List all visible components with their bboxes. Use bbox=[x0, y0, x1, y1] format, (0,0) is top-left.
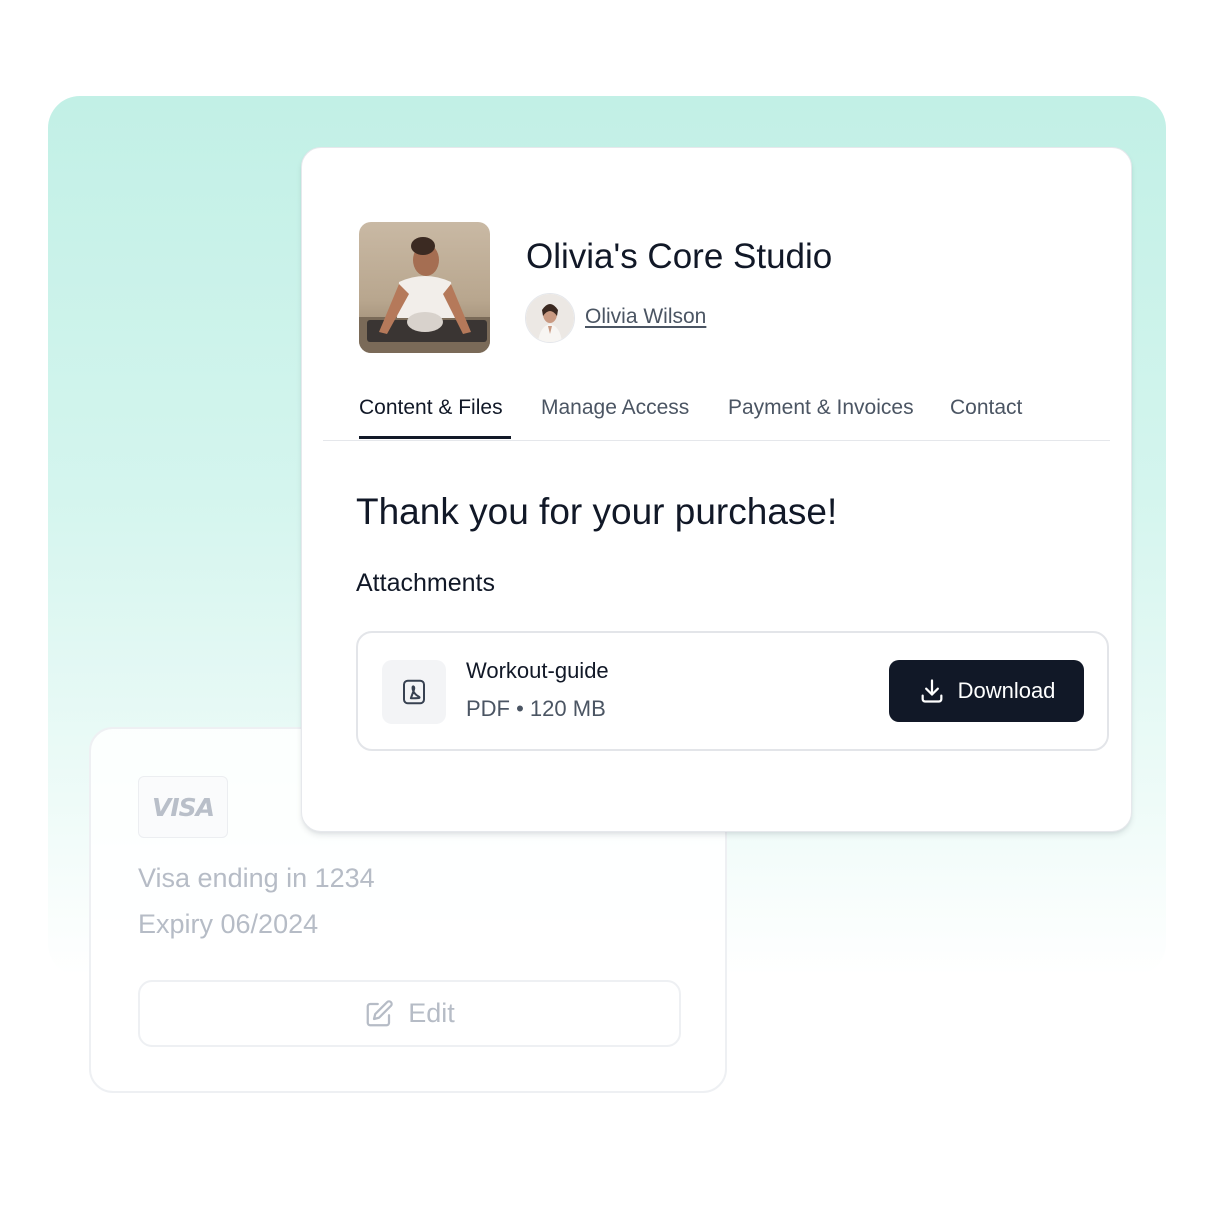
studio-title: Olivia's Core Studio bbox=[526, 237, 833, 276]
attachment-item: Workout-guide PDF • 120 MB Download bbox=[356, 631, 1109, 751]
purchase-heading: Thank you for your purchase! bbox=[356, 491, 838, 532]
attachment-name: Workout-guide bbox=[466, 658, 609, 683]
tab-bar: Content & Files Manage Access Payment & … bbox=[323, 388, 1110, 441]
owner-profile-link[interactable]: Olivia Wilson bbox=[585, 305, 706, 329]
visa-logo: VISA bbox=[138, 776, 228, 838]
edit-payment-button[interactable]: Edit bbox=[138, 980, 681, 1047]
attachments-heading: Attachments bbox=[356, 569, 495, 597]
download-button[interactable]: Download bbox=[889, 660, 1084, 722]
card-ending-text: Visa ending in 1234 bbox=[138, 863, 375, 893]
download-button-label: Download bbox=[957, 678, 1056, 703]
active-tab-indicator bbox=[359, 436, 511, 439]
pdf-file-icon bbox=[382, 660, 446, 724]
download-icon bbox=[918, 677, 946, 705]
tab-content-files[interactable]: Content & Files bbox=[359, 396, 503, 420]
edit-icon bbox=[364, 999, 394, 1029]
card-expiry-text: Expiry 06/2024 bbox=[138, 909, 319, 939]
tab-contact[interactable]: Contact bbox=[950, 396, 1022, 420]
tab-manage-access[interactable]: Manage Access bbox=[541, 396, 689, 420]
edit-button-label: Edit bbox=[408, 998, 455, 1028]
purchase-card: Olivia's Core Studio Olivia Wilson Conte… bbox=[301, 147, 1132, 832]
tab-payment-invoices[interactable]: Payment & Invoices bbox=[728, 396, 914, 420]
studio-thumbnail bbox=[359, 222, 490, 353]
owner-avatar bbox=[525, 293, 575, 343]
attachment-meta: PDF • 120 MB bbox=[466, 696, 606, 721]
canvas: VISA Visa ending in 1234 Expiry 06/2024 … bbox=[0, 0, 1214, 1214]
